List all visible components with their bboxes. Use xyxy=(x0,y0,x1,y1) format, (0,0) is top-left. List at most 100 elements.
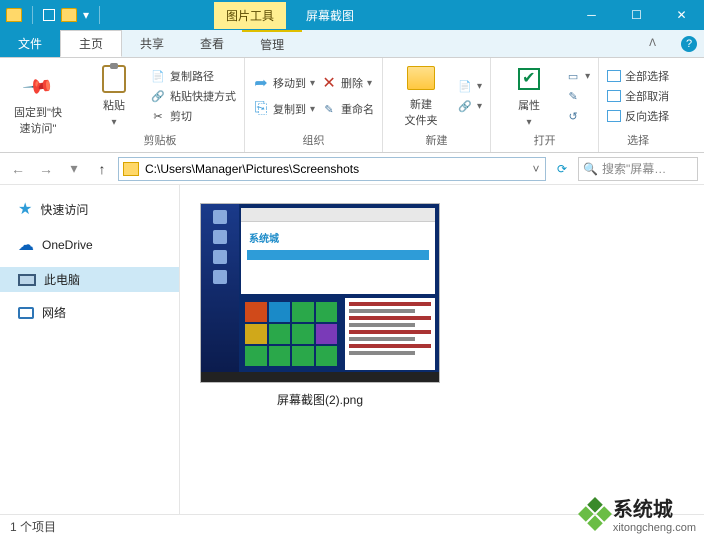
new-item-button[interactable]: 📄▾ xyxy=(457,78,482,94)
navigation-bar: ← → ▾ ↑ ˅ ⟳ 🔍 搜索"屏幕… xyxy=(0,153,704,185)
sidebar-item-onedrive[interactable]: ☁OneDrive xyxy=(0,231,179,259)
invert-selection-button[interactable]: 反向选择 xyxy=(607,108,669,124)
thumbnail: 系统城 xyxy=(200,203,440,383)
paste-shortcut-button[interactable]: 🔗粘贴快捷方式 xyxy=(150,88,236,104)
delete-icon: ✕ xyxy=(321,75,337,91)
move-icon: ➦ xyxy=(253,75,269,91)
file-list[interactable]: 系统城 屏幕截图(2).png xyxy=(180,185,704,514)
pc-icon xyxy=(18,274,36,286)
quick-access-toolbar: ▾ xyxy=(0,6,104,24)
move-to-button[interactable]: ➦移动到▾ xyxy=(253,75,315,91)
copy-to-button[interactable]: ⎘复制到▾ xyxy=(253,101,315,117)
file-name: 屏幕截图(2).png xyxy=(277,391,363,408)
group-label: 新建 xyxy=(391,130,482,148)
pin-to-quick-access-button[interactable]: 📌 固定到"快 速访问" xyxy=(8,72,68,136)
history-button[interactable]: ↺ xyxy=(565,108,590,124)
rename-icon: ✎ xyxy=(321,101,337,117)
copy-icon: ⎘ xyxy=(253,101,269,117)
select-all-button[interactable]: 全部选择 xyxy=(607,68,669,84)
sidebar-item-this-pc[interactable]: 此电脑 xyxy=(0,267,179,292)
recent-locations-button[interactable]: ▾ xyxy=(62,157,86,181)
up-button[interactable]: ↑ xyxy=(90,157,114,181)
new-folder-button[interactable]: 新建 文件夹 xyxy=(391,64,451,128)
item-count: 1 个项目 xyxy=(10,518,56,535)
address-input[interactable] xyxy=(143,158,527,180)
ribbon-collapse-button[interactable]: ᐱ xyxy=(631,30,674,57)
tab-file[interactable]: 文件 xyxy=(0,30,60,57)
tab-view[interactable]: 查看 xyxy=(182,30,242,57)
group-open: 属性 ▾ ▭▾ ✎ ↺ 打开 xyxy=(491,58,599,152)
tab-manage[interactable]: 管理 xyxy=(242,30,302,57)
sidebar-item-quick-access[interactable]: ★快速访问 xyxy=(0,195,179,223)
label: 固定到"快 xyxy=(14,104,62,120)
edit-icon: ✎ xyxy=(565,88,581,104)
tab-share[interactable]: 共享 xyxy=(122,30,182,57)
select-none-icon xyxy=(607,90,621,102)
group-label: 组织 xyxy=(253,130,374,148)
address-dropdown[interactable]: ˅ xyxy=(527,162,545,176)
watermark-icon xyxy=(578,497,612,531)
address-bar[interactable]: ˅ xyxy=(118,157,546,181)
delete-button[interactable]: ✕删除▾ xyxy=(321,75,374,91)
refresh-button[interactable]: ⟳ xyxy=(550,162,574,176)
label: 新建 xyxy=(410,96,432,112)
invert-icon xyxy=(607,110,621,122)
watermark-url: xitongcheng.com xyxy=(613,522,696,534)
cloud-icon: ☁ xyxy=(18,235,34,255)
search-box[interactable]: 🔍 搜索"屏幕… xyxy=(578,157,698,181)
pin-icon: 📌 xyxy=(20,68,55,103)
copy-path-button[interactable]: 📄复制路径 xyxy=(150,68,236,84)
help-button[interactable]: ? xyxy=(674,30,704,57)
easy-access-button[interactable]: 🔗▾ xyxy=(457,98,482,114)
folder-icon xyxy=(6,8,22,22)
group-label: 打开 xyxy=(499,130,590,148)
paste-button[interactable]: 粘贴 ▾ xyxy=(84,65,144,128)
cut-button[interactable]: ✂剪切 xyxy=(150,108,236,124)
history-icon: ↺ xyxy=(565,108,581,124)
label: 属性 xyxy=(518,97,540,113)
dropdown-icon[interactable]: ▾ xyxy=(83,8,89,22)
select-all-icon xyxy=(607,70,621,82)
select-none-button[interactable]: 全部取消 xyxy=(607,88,669,104)
close-button[interactable]: ✕ xyxy=(659,0,704,30)
group-label: 剪贴板 xyxy=(84,130,236,148)
group-select: 全部选择 全部取消 反向选择 选择 xyxy=(599,58,677,152)
divider xyxy=(99,6,100,24)
folder-icon[interactable] xyxy=(61,8,77,22)
watermark: 系统城 xitongcheng.com xyxy=(583,493,696,534)
back-button[interactable]: ← xyxy=(6,157,30,181)
body: ★快速访问 ☁OneDrive 此电脑 网络 系统城 屏幕截图(2).png xyxy=(0,185,704,514)
forward-button[interactable]: → xyxy=(34,157,58,181)
maximize-button[interactable]: ☐ xyxy=(614,0,659,30)
properties-icon xyxy=(518,68,540,90)
window-title: 屏幕截图 xyxy=(306,7,354,24)
navigation-pane: ★快速访问 ☁OneDrive 此电脑 网络 xyxy=(0,185,180,514)
contextual-tab-title: 图片工具 xyxy=(214,2,286,29)
open-button[interactable]: ▭▾ xyxy=(565,68,590,84)
search-icon: 🔍 xyxy=(583,162,598,176)
network-icon xyxy=(18,307,34,319)
help-icon: ? xyxy=(681,36,697,52)
folder-icon xyxy=(123,162,139,176)
titlebar: ▾ 图片工具 屏幕截图 ─ ☐ ✕ xyxy=(0,0,704,30)
sidebar-item-network[interactable]: 网络 xyxy=(0,300,179,325)
label: 速访问" xyxy=(20,120,57,136)
properties-button[interactable]: 属性 ▾ xyxy=(499,65,559,128)
edit-button[interactable]: ✎ xyxy=(565,88,590,104)
tab-home[interactable]: 主页 xyxy=(60,30,122,57)
group-pin: 📌 固定到"快 速访问" xyxy=(0,58,76,152)
new-icon: 📄 xyxy=(457,78,473,94)
checkbox-icon[interactable] xyxy=(43,9,55,21)
group-label: 选择 xyxy=(607,130,669,148)
ribbon: 📌 固定到"快 速访问" 粘贴 ▾ 📄复制路径 🔗粘贴快捷方式 ✂剪切 剪贴板 xyxy=(0,58,704,153)
watermark-brand: 系统城 xyxy=(613,493,696,522)
file-item[interactable]: 系统城 屏幕截图(2).png xyxy=(200,203,440,408)
scissors-icon: ✂ xyxy=(150,108,166,124)
group-organize: ➦移动到▾ ⎘复制到▾ ✕删除▾ ✎重命名 组织 xyxy=(245,58,383,152)
window-controls: ─ ☐ ✕ xyxy=(569,0,704,30)
minimize-button[interactable]: ─ xyxy=(569,0,614,30)
link-icon: 🔗 xyxy=(457,98,473,114)
divider xyxy=(32,6,33,24)
rename-button[interactable]: ✎重命名 xyxy=(321,101,374,117)
label: 文件夹 xyxy=(405,112,438,128)
